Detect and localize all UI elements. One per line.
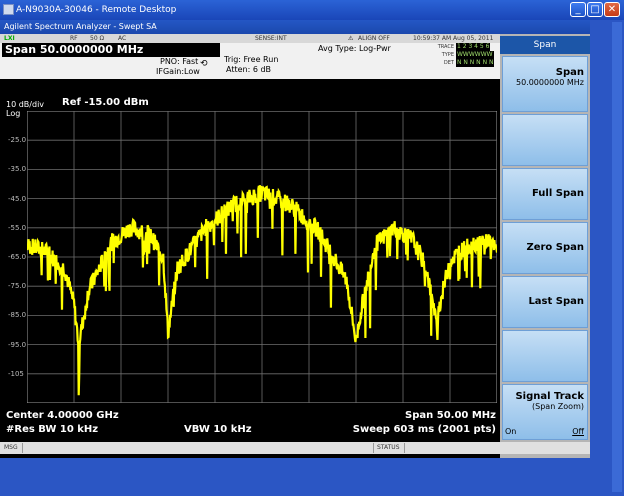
span-readout: Span 50.00 MHz bbox=[405, 410, 496, 421]
spectrum-plot[interactable] bbox=[27, 111, 497, 403]
video-bandwidth: VBW 10 kHz bbox=[184, 424, 252, 435]
top-status-bar: LXI RF 50 Ω AC SENSE:INT ⚠ ALIGN OFF 10:… bbox=[0, 34, 500, 43]
coupling-label: AC bbox=[118, 35, 127, 42]
pno-setting: PNO: Fast bbox=[160, 57, 199, 66]
sense-label: SENSE:INT bbox=[255, 35, 287, 42]
y-tick-label: -25.0 bbox=[8, 136, 27, 145]
span-softkey-label: Span bbox=[555, 67, 584, 78]
trigger-setting: Trig: Free Run bbox=[224, 55, 279, 64]
remote-desktop-icon bbox=[3, 4, 14, 15]
trace-label: TRACE bbox=[437, 44, 454, 50]
y-tick-label: -45.0 bbox=[8, 194, 27, 203]
window-title: A-N9030A-30046 - Remote Desktop bbox=[16, 5, 177, 15]
minimize-button[interactable]: _ bbox=[570, 2, 586, 17]
softkey-menu-title: Span bbox=[500, 36, 590, 54]
msg-label: MSG bbox=[4, 444, 18, 451]
y-tick-label: -105 bbox=[8, 369, 24, 378]
signal-track-softkey[interactable]: Signal Track (Span Zoom) On Off bbox=[502, 384, 588, 440]
avg-type-setting: Avg Type: Log-Pwr bbox=[318, 44, 391, 53]
close-button[interactable]: ✕ bbox=[604, 2, 620, 17]
blank-softkey-2[interactable] bbox=[502, 330, 588, 382]
y-tick-label: -35.0 bbox=[8, 165, 27, 174]
remote-desktop-window: A-N9030A-30046 - Remote Desktop _ □ ✕ Ag… bbox=[0, 0, 624, 496]
active-function-span[interactable]: Span 50.0000000 MHz bbox=[2, 43, 220, 57]
signal-track-sub: (Span Zoom) bbox=[532, 402, 584, 411]
softkey-panel: Span Span 50.0000000 MHz Full Span Zero … bbox=[500, 34, 590, 458]
datetime: 10:59:37 AM Aug 05, 2011 bbox=[413, 35, 494, 42]
window-titlebar[interactable]: A-N9030A-30046 - Remote Desktop _ □ ✕ bbox=[0, 0, 624, 20]
y-tick-label: -75.0 bbox=[8, 282, 27, 291]
status-divider-2 bbox=[404, 443, 405, 453]
sweep-time: Sweep 603 ms (2001 pts) bbox=[352, 424, 496, 435]
span-softkey-value: 50.0000000 MHz bbox=[515, 78, 584, 87]
center-frequency: Center 4.00000 GHz bbox=[6, 410, 119, 421]
y-tick-label: -65.0 bbox=[8, 253, 27, 261]
trace-numbers: 1 2 3 4 5 6 bbox=[456, 43, 491, 51]
blank-softkey[interactable] bbox=[502, 114, 588, 166]
zero-span-softkey[interactable]: Zero Span bbox=[502, 222, 588, 274]
plot-footer: Center 4.00000 GHz #Res BW 10 kHz VBW 10… bbox=[0, 408, 500, 440]
trace-types: WWWWWW bbox=[456, 51, 494, 59]
y-tick-label: -95.0 bbox=[8, 340, 27, 349]
reference-level: Ref -15.00 dBm bbox=[62, 97, 149, 108]
detector-types: N N N N N N bbox=[456, 59, 495, 67]
signal-track-label: Signal Track bbox=[515, 391, 584, 402]
desktop-bottom-edge bbox=[0, 458, 590, 496]
app-title: Agilent Spectrum Analyzer - Swept SA bbox=[4, 22, 157, 31]
signal-track-on: On bbox=[505, 427, 517, 436]
status-divider bbox=[373, 443, 374, 453]
impedance-label: 50 Ω bbox=[90, 35, 105, 42]
desktop-right-edge bbox=[590, 20, 624, 496]
det-label: DET bbox=[443, 60, 454, 66]
warning-icon: ⚠ bbox=[348, 35, 354, 42]
ifgain-setting: IFGain:Low bbox=[156, 67, 200, 76]
full-span-softkey[interactable]: Full Span bbox=[502, 168, 588, 220]
align-status: ALIGN OFF bbox=[358, 35, 390, 42]
maximize-button[interactable]: □ bbox=[587, 2, 603, 17]
scale-per-div: 10 dB/div bbox=[6, 100, 45, 109]
attenuation-setting: Atten: 6 dB bbox=[226, 65, 272, 74]
y-tick-label: -55.0 bbox=[8, 223, 27, 232]
sweep-icon: ⟲ bbox=[200, 59, 208, 69]
app-titlebar: Agilent Spectrum Analyzer - Swept SA bbox=[0, 20, 590, 34]
settings-panel: Span 50.0000000 MHz PNO: Fast IFGain:Low… bbox=[0, 43, 500, 79]
last-span-softkey[interactable]: Last Span bbox=[502, 276, 588, 328]
scrollbar[interactable] bbox=[612, 22, 622, 492]
message-bar: MSG STATUS bbox=[0, 442, 590, 454]
spectrum-analyzer-screen: LXI RF 50 Ω AC SENSE:INT ⚠ ALIGN OFF 10:… bbox=[0, 34, 590, 458]
y-tick-label: -85.0 bbox=[8, 311, 27, 320]
type-label: TYPE bbox=[441, 52, 454, 58]
status-label: STATUS bbox=[377, 444, 400, 451]
trace-status-table: TRACE 1 2 3 4 5 6 TYPE WWWWWW DET N N N N N… bbox=[430, 43, 495, 67]
msg-divider bbox=[22, 443, 23, 453]
span-softkey[interactable]: Span 50.0000000 MHz bbox=[502, 56, 588, 112]
resolution-bandwidth: #Res BW 10 kHz bbox=[6, 424, 99, 435]
lxi-indicator: LXI bbox=[4, 35, 15, 42]
signal-track-off: Off bbox=[572, 427, 584, 436]
rf-input-label: RF bbox=[70, 35, 78, 42]
